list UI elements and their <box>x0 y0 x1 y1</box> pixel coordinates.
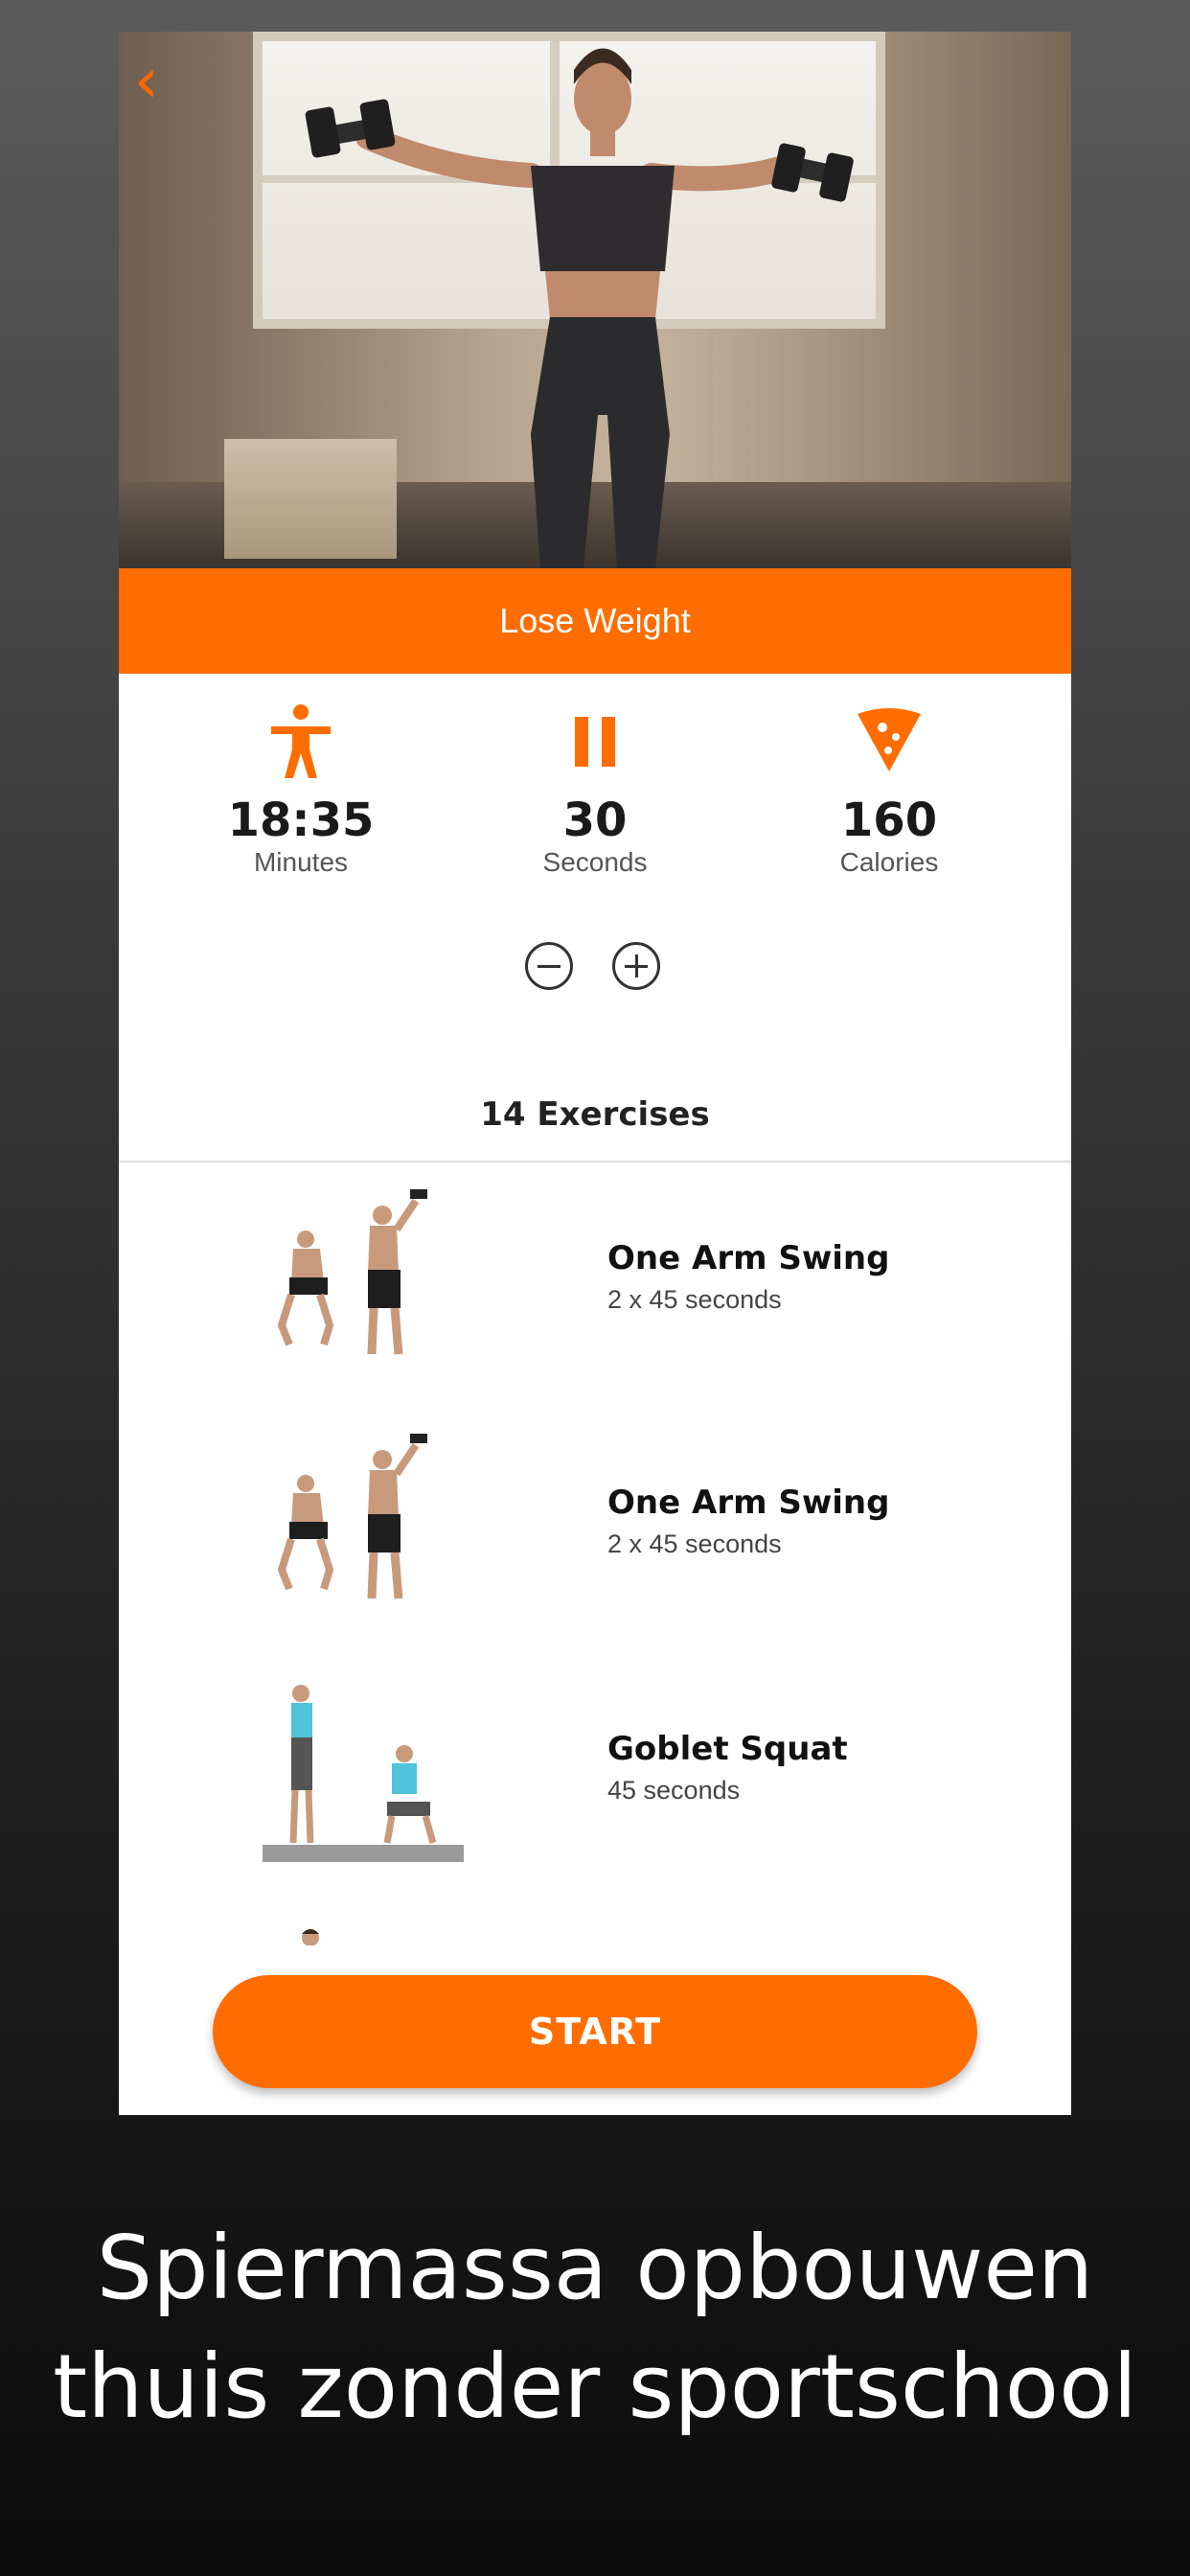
stat-calories: 160 Calories <box>745 702 1033 878</box>
stat-seconds: 30 Seconds <box>451 702 739 878</box>
stat-minutes-label: Minutes <box>253 847 349 877</box>
exercise-thumbnail <box>277 1189 427 1355</box>
exercises-count: 14 Exercises <box>480 1095 710 1134</box>
back-chevron-icon[interactable]: ‹ <box>134 51 182 112</box>
list-item[interactable]: One Arm Swing 2 x 45 seconds <box>119 1182 1071 1412</box>
exercise-thumbnail <box>277 1434 427 1599</box>
increase-seconds-button[interactable] <box>612 942 660 990</box>
exercise-thumbnail <box>263 1685 464 1862</box>
exercise-name: One Arm Swing <box>607 1484 890 1522</box>
exercise-name: One Arm Swing <box>607 1239 890 1277</box>
app-screen: ‹ Lose Weight 18:35 Minutes 30 Seconds 1… <box>119 32 1071 2115</box>
stat-seconds-label: Seconds <box>542 847 648 877</box>
divider <box>119 1161 1071 1162</box>
exercise-duration: 2 x 45 seconds <box>607 1530 782 1558</box>
caption-line-2: thuis zonder sportschool <box>53 2335 1137 2438</box>
exercise-duration: 2 x 45 seconds <box>607 1285 782 1314</box>
stat-minutes-value: 18:35 <box>227 794 375 847</box>
stat-calories-value: 160 <box>840 794 938 847</box>
athlete-figure <box>305 48 854 568</box>
stat-minutes: 18:35 Minutes <box>157 702 445 878</box>
workout-title: Lose Weight <box>119 568 1071 674</box>
decrease-seconds-button[interactable] <box>525 942 573 990</box>
start-button[interactable]: START <box>213 1975 977 2088</box>
exercise-duration: 45 seconds <box>607 1776 741 1805</box>
stat-seconds-value: 30 <box>562 794 628 847</box>
caption-line-1: Spiermassa opbouwen <box>96 2217 1094 2319</box>
list-item[interactable]: One Arm Swing 2 x 45 seconds <box>119 1426 1071 1656</box>
promo-caption: Spiermassa opbouwen thuis zonder sportsc… <box>0 2209 1190 2447</box>
exercise-name: Goblet Squat <box>607 1730 848 1768</box>
person-icon <box>157 702 445 781</box>
pause-icon <box>451 702 739 781</box>
hero-image: ‹ <box>119 32 1071 568</box>
list-item[interactable]: Goblet Squat 45 seconds <box>119 1672 1071 1902</box>
pizza-slice-icon <box>745 702 1033 781</box>
next-exercise-thumbnail-partial <box>302 1929 319 1945</box>
stat-calories-label: Calories <box>839 847 939 877</box>
